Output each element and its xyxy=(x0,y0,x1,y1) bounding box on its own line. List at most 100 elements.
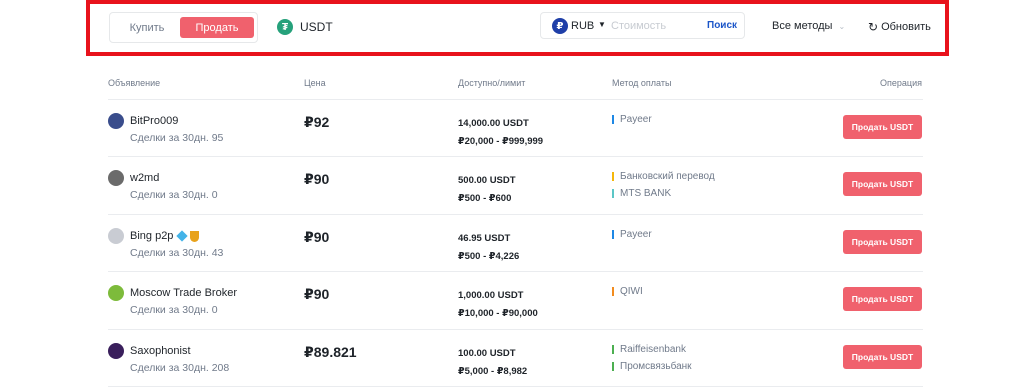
advertiser-name[interactable]: Saxophonist xyxy=(130,345,191,357)
method-color-bar xyxy=(612,362,614,371)
sell-usdt-button[interactable]: Продать USDT xyxy=(843,172,922,196)
payment-method-label: Payeer xyxy=(620,114,652,125)
payment-method-label: QIWI xyxy=(620,286,643,297)
payment-method: Банковский перевод xyxy=(612,171,715,182)
trade-side-toggle: Купить Продать xyxy=(109,12,258,43)
header-ad: Объявление xyxy=(108,78,161,88)
payment-method: Промсвязьбанк xyxy=(612,361,692,372)
available-amount: 46.95 USDT xyxy=(458,233,511,244)
sell-tab[interactable]: Продать xyxy=(180,17,254,38)
trade-count: Сделки за 30дн. 208 xyxy=(130,362,230,374)
sell-usdt-button[interactable]: Продать USDT xyxy=(843,345,922,369)
search-button[interactable]: Поиск xyxy=(707,20,737,31)
trade-count: Сделки за 30дн. 95 xyxy=(130,132,224,144)
chevron-down-icon: ⌄ xyxy=(838,21,846,31)
divider xyxy=(108,214,923,215)
payment-method-label: Payeer xyxy=(620,229,652,240)
price: ₽89.821 xyxy=(304,344,357,360)
order-limit: ₽5,000 - ₽8,982 xyxy=(458,366,528,377)
ruble-icon: ₽ xyxy=(552,18,568,34)
payment-methods-label: Все методы xyxy=(772,20,833,32)
advertiser-name[interactable]: Moscow Trade Broker xyxy=(130,287,237,299)
method-color-bar xyxy=(612,287,614,296)
fiat-selector[interactable]: RUB xyxy=(571,20,594,32)
advertiser-name-text: Moscow Trade Broker xyxy=(130,287,237,299)
payment-methods-dropdown[interactable]: Все методы ⌄ xyxy=(772,20,845,32)
avatar[interactable] xyxy=(108,113,124,129)
advertiser-name-text: BitPro009 xyxy=(130,115,179,127)
advertiser-name[interactable]: BitPro009 xyxy=(130,115,178,127)
trade-count: Сделки за 30дн. 0 xyxy=(130,304,218,316)
coin-selector[interactable]: ₮ USDT xyxy=(277,19,333,35)
order-limit: ₽500 - ₽600 xyxy=(458,193,512,204)
method-color-bar xyxy=(612,230,614,239)
amount-search: ₽ RUB ▼ Поиск xyxy=(540,12,745,39)
coin-label: USDT xyxy=(300,20,333,34)
avatar[interactable] xyxy=(108,228,124,244)
divider xyxy=(108,99,923,100)
header-payment: Метод оплаты xyxy=(612,78,672,88)
available-amount: 1,000.00 USDT xyxy=(458,290,524,301)
avatar[interactable] xyxy=(108,285,124,301)
advertiser-name-text: Saxophonist xyxy=(130,345,191,357)
refresh-icon: ↻ xyxy=(868,20,879,34)
price: ₽90 xyxy=(304,229,330,245)
buy-tab[interactable]: Купить xyxy=(118,17,176,38)
divider xyxy=(108,386,923,387)
sell-usdt-button[interactable]: Продать USDT xyxy=(843,287,922,311)
avatar[interactable] xyxy=(108,170,124,186)
payment-method: MTS BANK xyxy=(612,188,671,199)
merchant-badges xyxy=(176,229,200,242)
available-amount: 100.00 USDT xyxy=(458,348,516,359)
table-row: Moscow Trade Broker Сделки за 30дн. 0 ₽9… xyxy=(0,283,1024,340)
refresh-button[interactable]: ↻ Обновить xyxy=(868,20,931,34)
available-amount: 14,000.00 USDT xyxy=(458,118,529,129)
header-available: Доступно/лимит xyxy=(458,78,526,88)
order-limit: ₽500 - ₽4,226 xyxy=(458,251,520,262)
method-color-bar xyxy=(612,189,614,198)
payment-method: Payeer xyxy=(612,114,652,125)
advertiser-name[interactable]: Bing p2p xyxy=(130,229,200,242)
method-color-bar xyxy=(612,345,614,354)
method-color-bar xyxy=(612,172,614,181)
order-limit: ₽10,000 - ₽90,000 xyxy=(458,308,538,319)
header-operation: Операция xyxy=(880,78,922,88)
divider xyxy=(108,329,923,330)
price: ₽92 xyxy=(304,114,330,130)
table-row: Saxophonist Сделки за 30дн. 208 ₽89.821 … xyxy=(0,341,1024,391)
payment-method-label: Raiffeisenbank xyxy=(620,344,686,355)
available-amount: 500.00 USDT xyxy=(458,175,516,186)
trade-count: Сделки за 30дн. 0 xyxy=(130,189,218,201)
price: ₽90 xyxy=(304,171,330,187)
filter-bar: Купить Продать ₮ USDT ₽ RUB ▼ Поиск Все … xyxy=(86,0,949,56)
payment-method-label: Промсвязьбанк xyxy=(620,361,692,372)
payment-method: QIWI xyxy=(612,286,643,297)
payment-method: Payeer xyxy=(612,229,652,240)
order-limit: ₽20,000 - ₽999,999 xyxy=(458,136,544,147)
table-row: BitPro009 Сделки за 30дн. 95 ₽92 14,000.… xyxy=(0,111,1024,168)
trade-count: Сделки за 30дн. 43 xyxy=(130,247,224,259)
header-price: Цена xyxy=(304,78,326,88)
method-color-bar xyxy=(612,115,614,124)
price: ₽90 xyxy=(304,286,330,302)
diamond-badge-icon xyxy=(176,229,189,242)
table-header: Объявление Цена Доступно/лимит Метод опл… xyxy=(0,78,1024,90)
sell-usdt-button[interactable]: Продать USDT xyxy=(843,115,922,139)
divider xyxy=(108,271,923,272)
payment-method: Raiffeisenbank xyxy=(612,344,686,355)
caret-down-icon[interactable]: ▼ xyxy=(598,20,606,29)
amount-input[interactable] xyxy=(611,17,697,35)
advertiser-name-text: Bing p2p xyxy=(130,230,174,242)
table-row: Bing p2p Сделки за 30дн. 43 ₽90 46.95 US… xyxy=(0,226,1024,283)
table-row: w2md Сделки за 30дн. 0 ₽90 500.00 USDT ₽… xyxy=(0,168,1024,225)
payment-method-label: Банковский перевод xyxy=(620,171,715,182)
advertiser-name[interactable]: w2md xyxy=(130,172,159,184)
refresh-label: Обновить xyxy=(881,21,931,33)
payment-method-label: MTS BANK xyxy=(620,188,672,199)
sell-usdt-button[interactable]: Продать USDT xyxy=(843,230,922,254)
tether-icon: ₮ xyxy=(277,19,293,35)
avatar[interactable] xyxy=(108,343,124,359)
medal-badge-icon xyxy=(190,230,200,242)
divider xyxy=(108,156,923,157)
advertiser-name-text: w2md xyxy=(130,172,160,184)
